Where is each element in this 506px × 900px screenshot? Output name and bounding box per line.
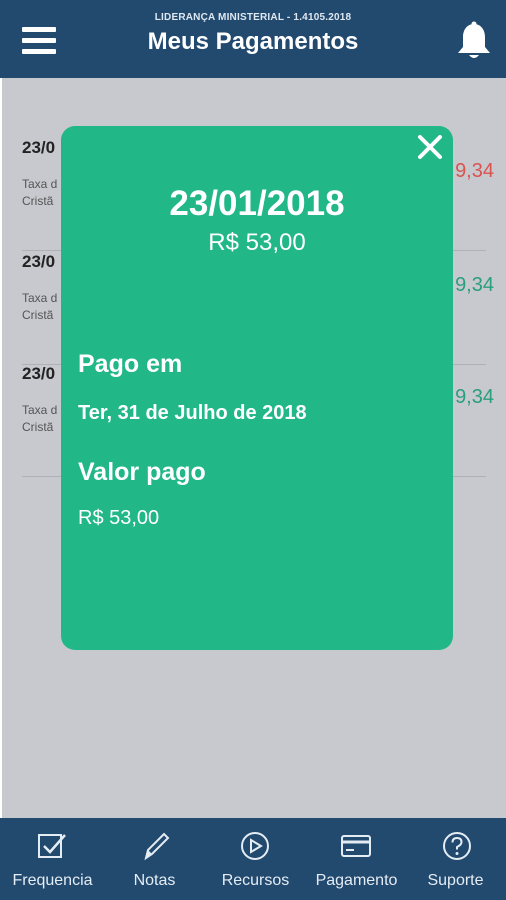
list-item-desc-line1: Taxa d [22,291,58,305]
list-item-date: 23/0 [22,252,56,271]
app-subtitle: LIDERANÇA MINISTERIAL - 1.4105.2018 [154,12,352,23]
list-item-desc-line1: Taxa d [22,177,58,191]
nav-label: Pagamento [315,872,398,889]
list-item-date: 23/0 [22,138,56,157]
nav-item-frequencia[interactable]: Frequencia [2,818,103,900]
list-item-value: 9,34 [455,274,494,296]
list-item-desc-line2: Cristã [22,420,54,434]
checkbox-icon [38,834,66,858]
paid-value: R$ 53,00 [78,507,160,529]
payment-detail-modal: 23/01/2018 R$ 53,00 Pago em Ter, 31 de J… [61,126,453,650]
list-item-desc-line2: Cristã [22,194,54,208]
list-item-date: 23/0 [22,364,56,383]
nav-item-recursos[interactable]: Recursos [205,818,306,900]
list-item-description: Taxa d Cristã [22,176,62,210]
paid-on-label: Pago em [78,350,183,378]
payment-due-date: 23/01/2018 [169,184,345,223]
paid-on-value: Ter, 31 de Julho de 2018 [78,402,307,424]
list-item-desc-line2: Cristã [22,308,54,322]
play-circle-icon [241,832,269,860]
credit-card-icon [341,835,371,857]
bell-icon[interactable] [454,20,494,62]
app-screen: LIDERANÇA MINISTERIAL - 1.4105.2018 Meus… [0,0,506,900]
list-item-value: 9,34 [455,386,494,408]
close-icon[interactable] [417,134,443,160]
nav-item-pagamento[interactable]: Pagamento [306,818,407,900]
nav-label: Recursos [221,872,290,889]
list-item-description: Taxa d Cristã [22,402,62,436]
page-title: Meus Pagamentos [147,28,359,55]
bottom-nav: Frequencia Notas Recursos Pagamento Supo… [0,818,506,900]
nav-item-notas[interactable]: Notas [104,818,205,900]
nav-label: Notas [133,872,176,889]
help-circle-icon [443,832,471,860]
nav-item-suporte[interactable]: Suporte [405,818,506,900]
pencil-icon [144,832,170,861]
list-item-desc-line1: Taxa d [22,403,58,417]
list-item-value: 9,34 [455,160,494,182]
payment-amount: R$ 53,00 [208,229,306,256]
nav-label: Frequencia [12,872,93,889]
list-item-description: Taxa d Cristã [22,290,62,324]
app-header: LIDERANÇA MINISTERIAL - 1.4105.2018 Meus… [0,0,506,78]
paid-value-label: Valor pago [78,458,206,486]
nav-label: Suporte [427,872,484,889]
